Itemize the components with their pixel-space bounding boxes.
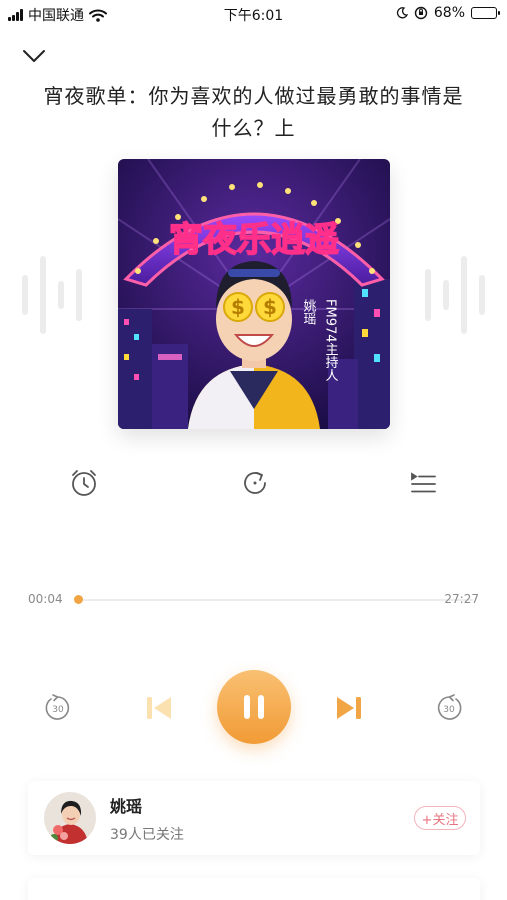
pause-button[interactable] [217, 670, 291, 744]
rewind-label: 30 [52, 705, 64, 715]
total-time: 27:27 [444, 592, 479, 606]
forward-30-button[interactable]: 30 [433, 692, 465, 724]
host-card[interactable]: 姚瑶 39人已关注 +关注 [28, 781, 480, 855]
cover-host-caption: 姚瑶 [301, 299, 317, 325]
collapse-button[interactable] [20, 44, 48, 68]
cover-artwork: 宵夜乐逍遥 $ $ 姚瑶 FM974主持人 [118, 159, 390, 429]
playlist-button[interactable] [405, 465, 441, 501]
current-time: 00:04 [28, 592, 63, 606]
orientation-lock-icon [414, 6, 428, 20]
album-cover[interactable]: 宵夜乐逍遥 $ $ 姚瑶 FM974主持人 [118, 159, 390, 429]
svg-text:$: $ [263, 295, 277, 319]
rewind-30-icon: 30 [45, 694, 70, 720]
battery-percent: 68% [433, 5, 465, 21]
waveform-right [425, 255, 485, 335]
episode-title: 宵夜歌单：你为喜欢的人做过最勇敢的事情是什么？上 [43, 84, 464, 140]
svg-text:$: $ [231, 295, 245, 319]
moon-icon [396, 7, 408, 19]
pause-icon [244, 695, 264, 719]
playlist-icon [411, 472, 436, 493]
avatar[interactable] [44, 792, 96, 844]
progress-knob[interactable] [73, 595, 83, 604]
feature-row [0, 465, 507, 501]
playback-controls: 30 30 [0, 670, 507, 746]
forward-label: 30 [443, 705, 455, 715]
refresh-icon [244, 472, 266, 494]
progress-track[interactable] [73, 595, 473, 604]
rewind-30-button[interactable]: 30 [42, 692, 74, 724]
waveform-left [22, 255, 82, 335]
next-button[interactable] [333, 692, 365, 724]
previous-button[interactable] [143, 692, 175, 724]
status-right: 68% [396, 5, 500, 21]
follow-button[interactable]: +关注 [414, 806, 466, 830]
timer-button[interactable] [66, 465, 102, 501]
alarm-clock-icon [72, 470, 96, 496]
next-card [28, 878, 480, 900]
skip-next-icon [337, 697, 361, 719]
avatar-image [44, 792, 96, 844]
cover-sign-text: 宵夜乐逍遥 [169, 220, 339, 260]
status-bar: 中国联通 下午6:01 68% [0, 0, 507, 28]
forward-30-icon: 30 [437, 694, 462, 720]
host-name[interactable]: 姚瑶 [110, 793, 142, 817]
progress-bar: 00:04 27:27 [0, 588, 507, 612]
host-followers: 39人已关注 [110, 827, 184, 843]
chevron-down-icon [23, 50, 45, 62]
skip-previous-icon [147, 697, 171, 719]
cover-station-caption: FM974主持人 [323, 299, 339, 382]
battery-icon [471, 7, 500, 19]
replay-button[interactable] [237, 465, 273, 501]
